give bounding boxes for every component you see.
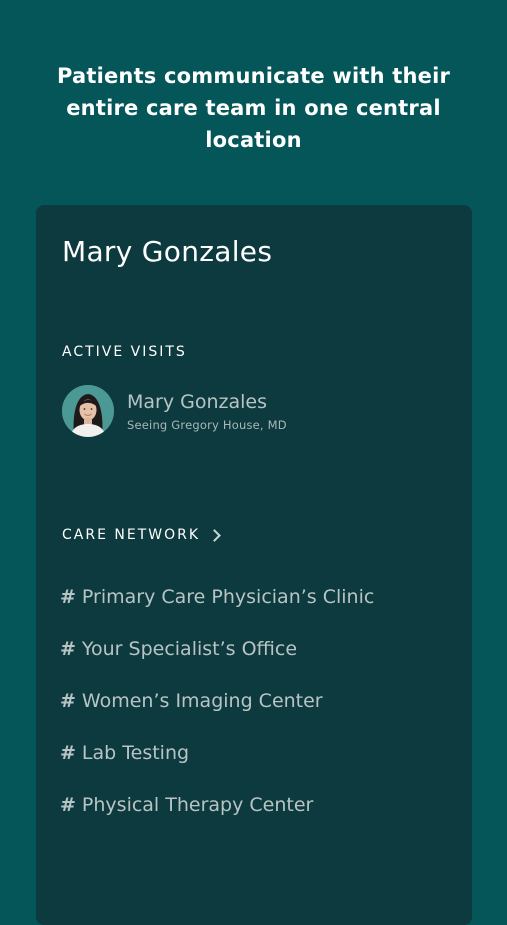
- avatar: [62, 385, 114, 437]
- channel-label: Primary Care Physician’s Clinic: [81, 586, 375, 608]
- patient-panel: Mary Gonzales ACTIVE VISITS Mary Gonzale…: [36, 205, 472, 925]
- channel-item-womens-imaging[interactable]: # Women’s Imaging Center: [60, 675, 374, 727]
- channel-label: Lab Testing: [81, 742, 190, 764]
- channel-label: Women’s Imaging Center: [81, 690, 323, 712]
- visit-text: Mary Gonzales Seeing Gregory House, MD: [127, 390, 287, 432]
- channel-item-physical-therapy[interactable]: # Physical Therapy Center: [60, 779, 374, 831]
- care-network-label: CARE NETWORK: [62, 527, 201, 543]
- care-network-header[interactable]: CARE NETWORK: [62, 527, 221, 543]
- hash-icon: #: [60, 586, 76, 608]
- hash-icon: #: [60, 794, 76, 816]
- hash-icon: #: [60, 690, 76, 712]
- visit-patient-name: Mary Gonzales: [127, 391, 268, 413]
- channel-label: Physical Therapy Center: [81, 794, 314, 816]
- patient-avatar-photo: [62, 385, 114, 437]
- headline: Patients communicate with their entire c…: [56, 64, 451, 152]
- hash-icon: #: [60, 638, 76, 660]
- hash-icon: #: [60, 742, 76, 764]
- channel-item-primary-care[interactable]: # Primary Care Physician’s Clinic: [60, 571, 374, 623]
- channel-item-specialist-office[interactable]: # Your Specialist’s Office: [60, 623, 374, 675]
- chevron-right-icon: [208, 529, 221, 542]
- active-visits-label: ACTIVE VISITS: [62, 344, 187, 360]
- patient-name-title: Mary Gonzales: [62, 235, 273, 268]
- visit-provider-subtitle: Seeing Gregory House, MD: [127, 418, 287, 432]
- channel-label: Your Specialist’s Office: [81, 638, 298, 660]
- active-visit-item[interactable]: Mary Gonzales Seeing Gregory House, MD: [62, 385, 287, 437]
- channel-item-lab-testing[interactable]: # Lab Testing: [60, 727, 374, 779]
- care-network-list: # Primary Care Physician’s Clinic # Your…: [60, 571, 374, 831]
